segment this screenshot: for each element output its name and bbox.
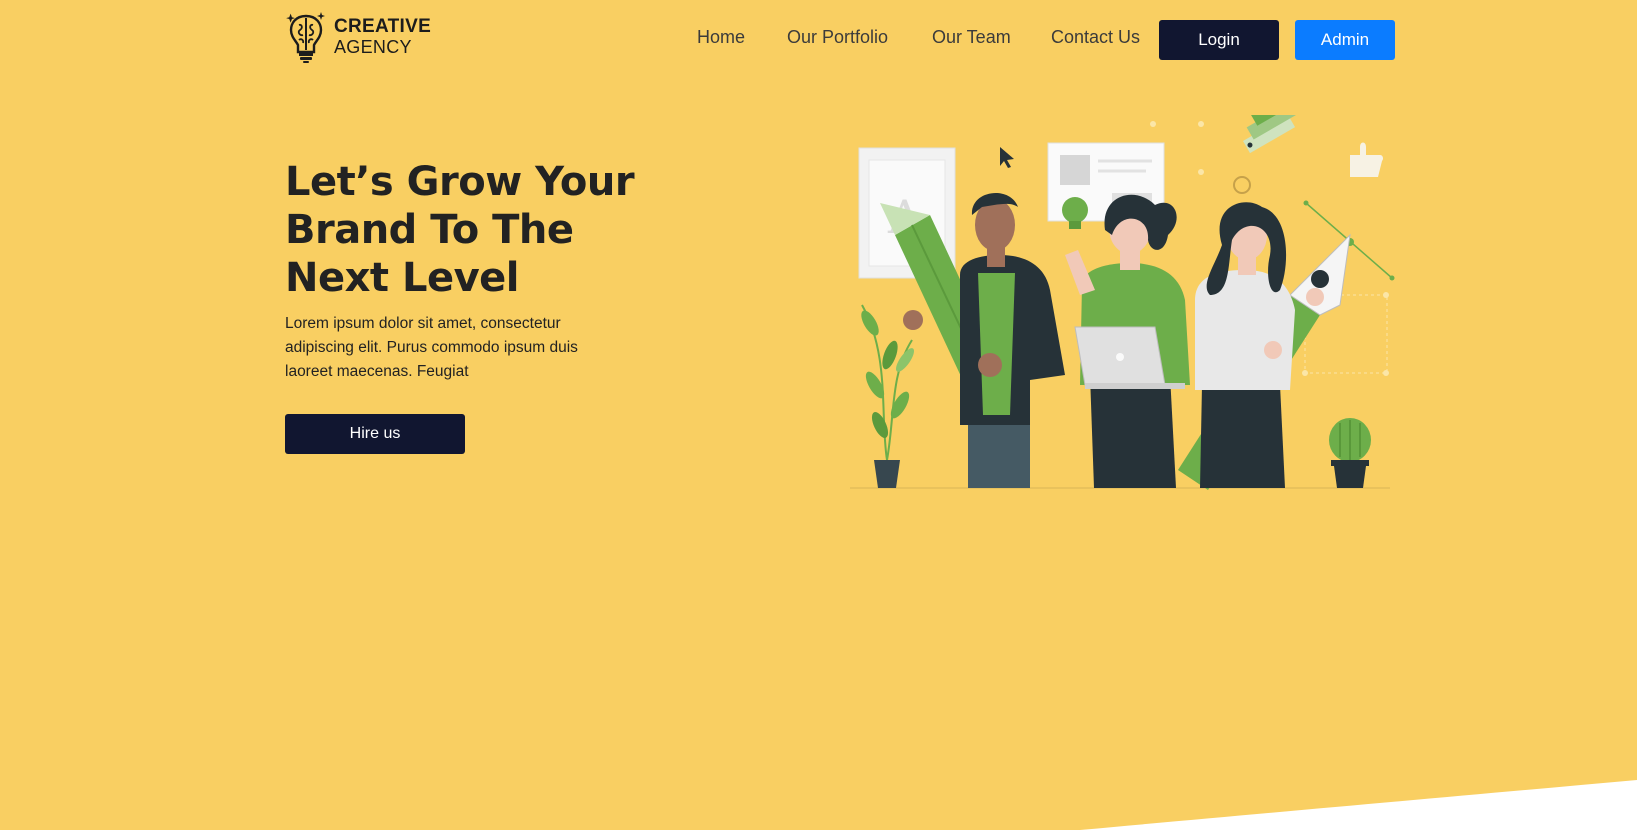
nav-link-team[interactable]: Our Team — [932, 27, 1011, 48]
brand-name: CREATIVE — [334, 16, 432, 37]
color-swatch-fan — [1243, 115, 1303, 154]
creative-team-illustration: A — [850, 115, 1395, 490]
nav-link-portfolio[interactable]: Our Portfolio — [787, 27, 888, 48]
woman-figure — [1195, 202, 1324, 488]
hire-us-button[interactable]: Hire us — [285, 414, 465, 454]
brand-text: CREATIVE AGENCY — [334, 16, 432, 58]
brand[interactable]: CREATIVE AGENCY — [286, 10, 431, 64]
nav-link-contact[interactable]: Contact Us — [1051, 27, 1140, 48]
hero-description: Lorem ipsum dolor sit amet, consectetur … — [285, 315, 578, 380]
brand-subname: AGENCY — [334, 37, 412, 57]
nav-link-home[interactable]: Home — [697, 27, 745, 48]
hero-title: Let’s Grow Your Brand To The Next Level — [285, 159, 635, 301]
login-button[interactable]: Login — [1159, 20, 1279, 60]
lightbulb-brain-icon — [286, 12, 325, 63]
woman-with-laptop — [1065, 194, 1190, 488]
admin-button[interactable]: Admin — [1295, 20, 1395, 60]
cactus — [1329, 418, 1371, 488]
potted-plant — [861, 304, 915, 488]
